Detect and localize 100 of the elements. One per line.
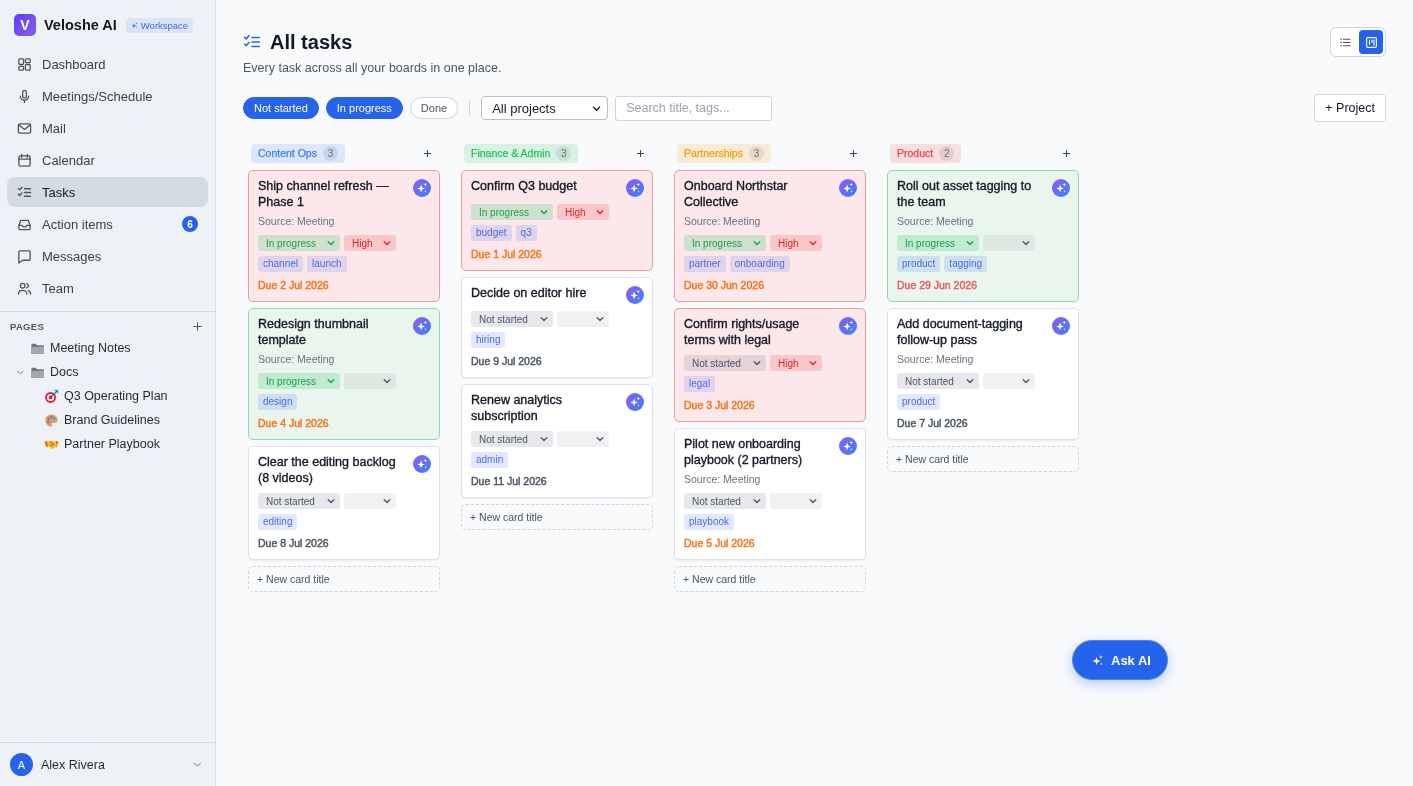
status-select[interactable]: Not started (258, 493, 340, 509)
due-date: Due 4 Jul 2026 (258, 416, 330, 430)
status-select[interactable]: Not started (684, 355, 766, 371)
sparkle-icon[interactable] (626, 286, 644, 304)
status-filter-chip[interactable]: In progress (325, 97, 403, 119)
status-select[interactable]: Not started (684, 493, 766, 509)
sparkle-icon (129, 20, 139, 30)
task-card[interactable]: Confirm Q3 budget In progress High budget q3 Due 1 Jul 2026 (461, 170, 653, 271)
plus-icon[interactable] (192, 320, 203, 332)
chevron-down-icon (326, 496, 336, 506)
chevron-down-icon (595, 434, 605, 444)
plus-icon[interactable] (849, 148, 858, 158)
card-title: Confirm Q3 budget (471, 178, 578, 194)
task-card[interactable]: Roll out asset tagging to the team Source: Meeting In progress product tagging Due 29 Jun 2026 (887, 170, 1079, 302)
nav-item[interactable]: Messages (7, 241, 208, 271)
chevron-down-icon (382, 238, 392, 248)
tag: editing (258, 514, 298, 530)
nav-item[interactable]: Mail (7, 113, 208, 143)
status-select[interactable]: Not started (471, 431, 553, 447)
tag: product (897, 394, 941, 410)
tag: channel (258, 256, 304, 272)
task-card[interactable]: Onboard Northstar Collective Source: Meeting In progress High partner onboarding Due 30 Jun 2026 (674, 170, 866, 302)
plus-icon[interactable] (1062, 148, 1071, 158)
page-item[interactable]: Meeting Notes (0, 336, 215, 360)
chevron-down-icon (326, 238, 336, 248)
task-card[interactable]: Add document-tagging follow-up pass Source: Meeting Not started product Due 7 Jul 2026 (887, 308, 1079, 440)
page-item[interactable]: Docs (0, 360, 215, 384)
new-card-button[interactable]: + New card title (461, 504, 653, 530)
tag: partner (684, 256, 726, 272)
sparkle-icon[interactable] (839, 179, 857, 197)
task-card[interactable]: Decide on editor hire Not started hiring Due 9 Jul 2026 (461, 277, 653, 378)
card-source: Source: Meeting (258, 352, 336, 366)
new-card-button[interactable]: + New card title (887, 446, 1079, 472)
task-card[interactable]: Renew analytics subscription Not started admin Due 11 Jul 2026 (461, 384, 653, 498)
nav-item[interactable]: Tasks (7, 177, 208, 207)
status-filter-chip[interactable]: Done (409, 97, 459, 119)
card-source: Source: Meeting (258, 214, 336, 228)
sparkle-icon[interactable] (839, 317, 857, 335)
plus-icon[interactable] (636, 148, 645, 158)
plus-icon[interactable] (423, 148, 432, 158)
card-title: Confirm rights/usage terms with legal (684, 316, 801, 348)
nav-item[interactable]: Action items 6 (7, 209, 208, 239)
chevron-down-icon (1021, 238, 1031, 248)
sparkle-icon[interactable] (626, 393, 644, 411)
chevron-down-icon (539, 434, 549, 444)
chevron-down-icon (595, 207, 605, 217)
sparkle-icon[interactable] (626, 179, 644, 197)
task-card[interactable]: Ship channel refresh — Phase 1 Source: Meeting In progress High channel launch Due 2 Jul 2026 (248, 170, 440, 302)
due-date: Due 7 Jul 2026 (897, 416, 969, 430)
checklist-icon (17, 184, 32, 200)
section-heading: PAGES (10, 320, 45, 332)
card-source: Source: Meeting (684, 214, 762, 228)
tag: legal (684, 376, 716, 392)
card-title: Renew analytics subscription (471, 392, 563, 424)
sparkle-icon[interactable] (413, 455, 431, 473)
sparkle-icon[interactable] (839, 437, 857, 455)
sparkle-icon[interactable] (413, 317, 431, 335)
status-select[interactable]: Not started (471, 311, 553, 327)
nav-item[interactable]: Calendar (7, 145, 208, 175)
count-badge: 3 (322, 145, 338, 161)
due-date: Due 9 Jul 2026 (471, 354, 543, 368)
sparkle-icon[interactable] (413, 179, 431, 197)
page-item[interactable]: Partner Playbook (14, 432, 215, 456)
new-card-button[interactable]: + New card title (674, 566, 866, 592)
user-menu[interactable]: A Alex Rivera (0, 742, 215, 786)
page-title: All tasks (270, 30, 353, 55)
chevron-down-icon (192, 759, 203, 770)
ask-ai-button[interactable]: Ask AI (1072, 640, 1168, 680)
task-card[interactable]: Confirm rights/usage terms with legal Not started High legal Due 3 Jul 2026 (674, 308, 866, 422)
count-badge: 6 (182, 216, 198, 232)
nav-item[interactable]: Meetings/Schedule (7, 81, 208, 111)
nav-item[interactable]: Team (7, 273, 208, 303)
count-badge: 3 (556, 145, 572, 161)
card-title: Redesign thumbnail template (258, 316, 370, 348)
status-select[interactable]: Not started (897, 373, 979, 389)
tag: launch (307, 256, 347, 272)
task-card[interactable]: Redesign thumbnail template Source: Meeting In progress design Due 4 Jul 2026 (248, 308, 440, 440)
card-title: Pilot new onboarding playbook (2 partners) (684, 436, 804, 468)
search-field[interactable]: Search title, tags... (615, 95, 773, 121)
column-name: Product (897, 147, 934, 159)
status-filter-chip[interactable]: Not started (243, 97, 319, 119)
sparkle-icon[interactable] (1052, 317, 1070, 335)
new-card-button[interactable]: + New card title (248, 566, 440, 592)
due-date: Due 1 Jul 2026 (471, 247, 543, 261)
due-date: Due 11 Jul 2026 (471, 474, 548, 488)
column-name: Content Ops (258, 147, 317, 159)
task-card[interactable]: Clear the editing backlog (8 videos) Not started editing Due 8 Jul 2026 (248, 446, 440, 560)
tag: q3 (515, 225, 537, 241)
chevron-down-icon (808, 238, 818, 248)
add-project-button[interactable]: + Project (1314, 94, 1386, 122)
project-select[interactable]: All projects (481, 96, 609, 120)
page-item[interactable]: Brand Guidelines (14, 408, 215, 432)
sparkle-icon[interactable] (1052, 179, 1070, 197)
card-title: Decide on editor hire (471, 285, 588, 301)
nav-item[interactable]: Dashboard (7, 49, 208, 79)
microphone-icon (17, 88, 32, 104)
tag: budget (471, 225, 512, 241)
task-card[interactable]: Pilot new onboarding playbook (2 partners) Source: Meeting Not started playbook Due 5 Jul 2026 (674, 428, 866, 560)
page-item[interactable]: Q3 Operating Plan (14, 384, 215, 408)
board-view-button[interactable] (1359, 30, 1383, 54)
